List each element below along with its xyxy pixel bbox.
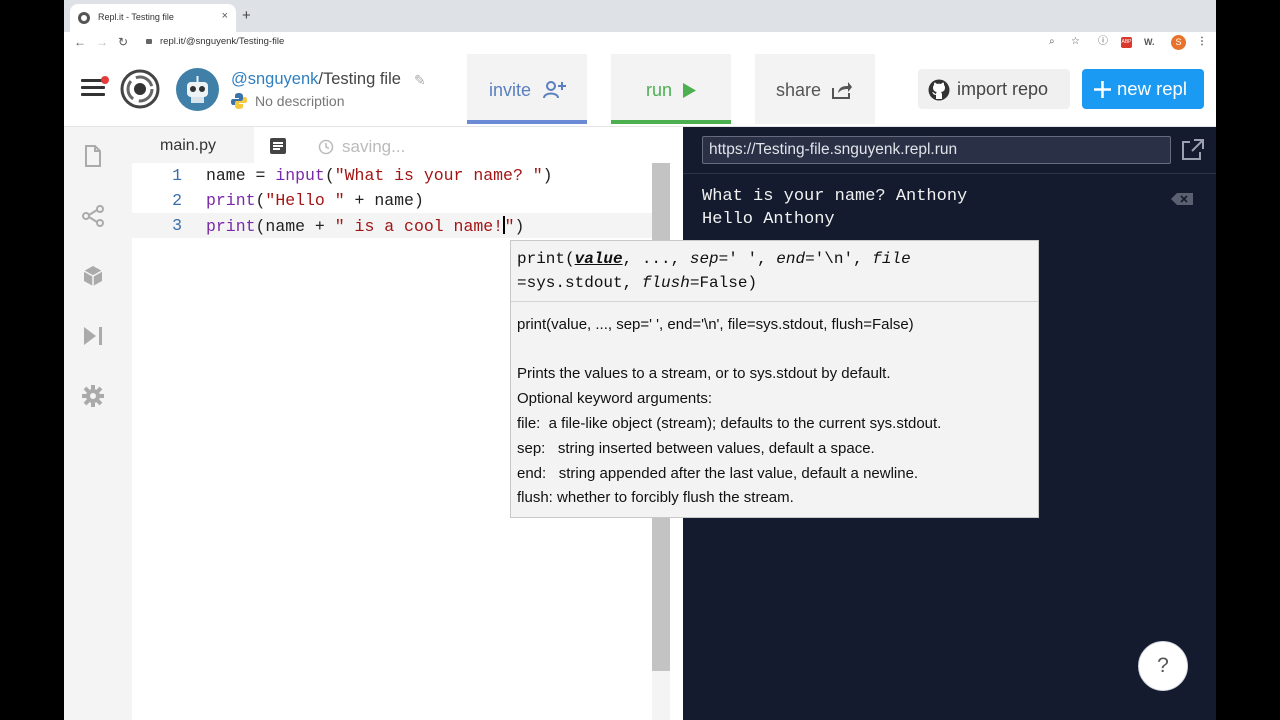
console-divider [683,173,1216,174]
notification-dot [101,76,109,84]
play-icon [683,83,696,98]
repl-run-url-field[interactable]: https://Testing-file.snguyenk.repl.run [702,136,1171,164]
line-number: 1 [172,166,182,185]
doc-line: Prints the values to a stream, or to sys… [517,365,891,382]
signature-line: print(value, ..., sep=' ', end='\n', fil… [517,250,911,292]
code-line[interactable]: 2 print("Hello " + name) [132,188,652,213]
share-icon [832,82,852,99]
code-line-1: name = input("What is your name? ") [206,166,553,185]
user-avatar[interactable] [176,68,219,111]
left-sidebar [64,127,125,720]
line-number: 3 [172,216,182,235]
tooltip-divider [511,301,1038,302]
adblock-icon[interactable]: ABP [1121,37,1132,48]
console-output-line: Hello Anthony [702,210,835,229]
extension-w-icon[interactable]: W. [1144,36,1155,48]
debugger-icon[interactable] [81,324,105,348]
run-button[interactable]: run [611,54,731,124]
python-icon [231,93,247,109]
invite-button[interactable]: invite [467,54,587,124]
doc-line: end: string appended after the last valu… [517,465,919,482]
bookmark-star-icon[interactable]: ☆ [1071,36,1080,48]
editor-tabbar [254,127,670,163]
share-label: share [776,80,822,100]
help-label: ? [1157,654,1169,677]
new-tab-button[interactable]: + [242,8,251,23]
repl-header: @snguyenk/Testing file ✎ No description … [64,52,1216,127]
run-underline [611,120,731,124]
code-line-2: print("Hello " + name) [206,191,424,210]
owner-link[interactable]: @snguyenk [231,70,318,88]
tab-strip: Repl.it - Testing file × + [64,0,1216,32]
code-line[interactable]: 1 name = input("What is your name? ") [132,163,652,188]
github-icon [928,79,950,101]
tab-close-icon[interactable]: × [222,11,228,22]
new-repl-button[interactable]: new repl [1082,69,1204,109]
repl-name[interactable]: Testing file [323,70,401,88]
import-repo-button[interactable]: import repo [918,69,1070,109]
doc-line: sep: string inserted between values, def… [517,440,875,457]
replit-logo-icon[interactable] [120,69,160,109]
editor-gutter-strip [124,163,132,720]
code-line-3: print(name + " is a cool name!") [206,216,525,236]
saving-status: saving... [342,137,406,156]
browser-tab[interactable]: Repl.it - Testing file × [70,4,236,32]
profile-avatar[interactable]: S [1171,35,1186,50]
outline-doc-icon[interactable] [270,138,286,154]
doc-line: flush: whether to forcibly flush the str… [517,489,794,506]
doc-line: file: a file-like object (stream); defau… [517,415,942,432]
file-tab-label: main.py [160,137,217,154]
console-output-line: What is your name? Anthony [702,187,968,206]
invite-underline [467,120,587,124]
import-repo-label: import repo [957,79,1049,99]
share-button[interactable]: share [755,54,875,124]
signature-help-tooltip: print(value, ..., sep=' ', end='\n', fil… [510,240,1039,518]
replit-favicon-icon [78,12,90,24]
new-repl-label: new repl [1117,78,1187,99]
browser-window: Repl.it - Testing file × + ← → ↻ repl.it… [64,0,1216,720]
invite-label: invite [489,80,532,100]
lock-icon [146,39,152,44]
repl-title: @snguyenk/Testing file [231,70,401,88]
run-label: run [646,80,673,100]
add-person-icon [543,81,566,99]
back-button[interactable]: ← [74,35,86,49]
version-control-icon[interactable] [81,204,105,228]
file-tab-main-py[interactable]: main.py [124,127,254,163]
plus-icon [1094,81,1111,98]
clear-console-icon[interactable] [1171,193,1193,205]
address-bar[interactable]: repl.it/@snguyenk/Testing-file [160,36,284,47]
tab-title: Repl.it - Testing file [98,12,174,22]
settings-gear-icon[interactable] [81,384,105,408]
packages-cube-icon[interactable] [81,264,105,288]
zoom-icon[interactable]: ⌕ [1049,36,1055,48]
edit-pencil-icon[interactable]: ✎ [414,72,426,88]
info-icon[interactable]: ⓘ [1098,36,1108,48]
reload-button[interactable]: ↻ [118,35,128,49]
browser-menu-icon[interactable]: ⋮ [1197,36,1207,48]
line-number: 2 [172,191,182,210]
help-button[interactable]: ? [1138,641,1188,691]
browser-toolbar: ← → ↻ repl.it/@snguyenk/Testing-file ⌕ ☆… [64,32,1216,52]
repl-run-url: https://Testing-file.snguyenk.repl.run [709,141,958,158]
files-icon[interactable] [81,144,105,168]
doc-line: Optional keyword arguments: [517,390,713,407]
repl-description[interactable]: No description [255,93,345,109]
code-line-active[interactable]: 3 print(name + " is a cool name!") [132,213,652,238]
doc-line: print(value, ..., sep=' ', end='\n', fil… [517,316,914,333]
open-new-tab-icon[interactable] [1181,139,1205,161]
forward-button[interactable]: → [96,35,108,49]
history-icon [318,139,334,155]
